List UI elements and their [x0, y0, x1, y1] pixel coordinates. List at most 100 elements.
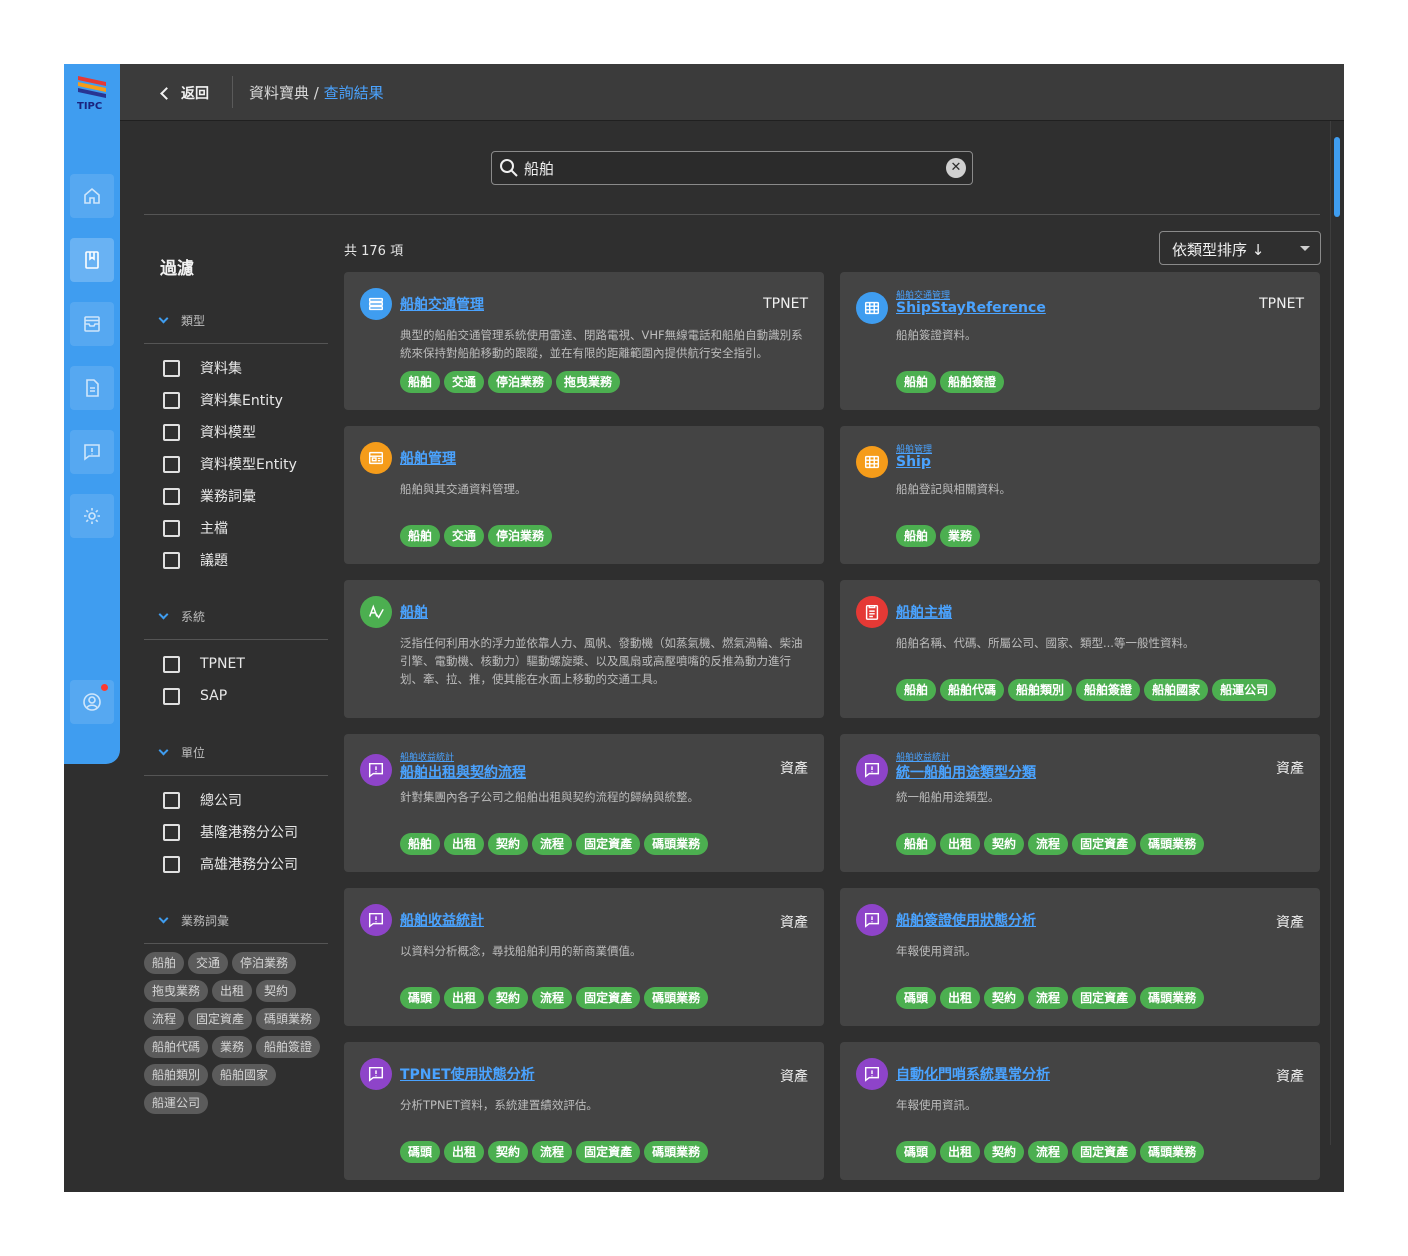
result-tag[interactable]: 船運公司: [1212, 679, 1277, 701]
result-tag[interactable]: 船舶: [400, 371, 441, 393]
result-tag[interactable]: 碼頭: [896, 987, 937, 1009]
result-tag[interactable]: 固定資產: [1072, 1141, 1137, 1163]
result-tag[interactable]: 碼頭業務: [1140, 1141, 1205, 1163]
result-card[interactable]: 船舶收益統計 資產 以資料分析概念，尋找船舶利用的新商業價值。 碼頭 出租 契約 流程 固定資…: [344, 888, 824, 1026]
result-tag[interactable]: 固定資產: [576, 833, 641, 855]
result-title-link[interactable]: 統一船舶用途類型分類: [896, 762, 1036, 782]
filter-checkbox[interactable]: 資料集Entity: [163, 390, 283, 410]
back-button[interactable]: 返回: [158, 82, 209, 104]
sort-select[interactable]: 依類型排序 ↓: [1159, 231, 1321, 265]
checkbox-icon[interactable]: [163, 551, 180, 569]
filter-checkbox[interactable]: 主檔: [163, 518, 228, 538]
filter-chip[interactable]: 碼頭業務: [256, 1008, 321, 1030]
nav-settings[interactable]: [70, 494, 114, 538]
filter-checkbox[interactable]: 議題: [163, 550, 228, 570]
result-title-link[interactable]: TPNET使用狀態分析: [400, 1064, 535, 1084]
result-title-link[interactable]: 船舶出租與契約流程: [400, 762, 526, 782]
tipc-logo[interactable]: TIPC: [76, 72, 108, 112]
result-tag[interactable]: 船舶: [896, 371, 937, 393]
filter-checkbox[interactable]: 業務詞彙: [163, 486, 256, 506]
result-tag[interactable]: 契約: [984, 1141, 1025, 1163]
result-tag[interactable]: 船舶簽證: [1076, 679, 1141, 701]
filter-chip[interactable]: 固定資產: [188, 1008, 253, 1030]
checkbox-icon[interactable]: [163, 359, 180, 377]
result-card[interactable]: 船舶主檔 船舶名稱、代碼、所屬公司、國家、類型...等一般性資料。 船舶 船舶代碼 船舶…: [840, 580, 1320, 718]
result-tag[interactable]: 契約: [984, 833, 1025, 855]
result-card[interactable]: 船舶交通管理 ShipStayReference TPNET 船舶簽證資料。 船舶 船舶簽…: [840, 272, 1320, 410]
filter-chip[interactable]: 船舶: [144, 952, 185, 974]
result-tag[interactable]: 固定資產: [1072, 833, 1137, 855]
result-tag[interactable]: 出租: [444, 833, 485, 855]
checkbox-icon[interactable]: [163, 487, 180, 505]
filter-section-type[interactable]: 類型: [158, 310, 205, 330]
result-tag[interactable]: 碼頭: [400, 987, 441, 1009]
result-tag[interactable]: 流程: [532, 833, 573, 855]
result-title-link[interactable]: 自動化門哨系統異常分析: [896, 1064, 1050, 1084]
result-card[interactable]: 船舶收益統計 統一船舶用途類型分類 資產 統一船舶用途類型。 船舶 出租 契約 流程 固定資產碼…: [840, 734, 1320, 872]
filter-checkbox[interactable]: 資料模型Entity: [163, 454, 297, 474]
result-tag[interactable]: 出租: [940, 833, 981, 855]
nav-account[interactable]: [70, 680, 114, 724]
result-tag[interactable]: 碼頭業務: [644, 1141, 709, 1163]
result-card[interactable]: TPNET使用狀態分析 資產 分析TPNET資料，系統建置績效評估。 碼頭 出租 契約 流程…: [344, 1042, 824, 1180]
result-card[interactable]: 自動化門哨系統異常分析 資產 年報使用資訊。 碼頭 出租 契約 流程 固定資產 碼頭業務: [840, 1042, 1320, 1180]
result-tag[interactable]: 流程: [1028, 987, 1069, 1009]
result-tag[interactable]: 出租: [444, 987, 485, 1009]
result-tag[interactable]: 固定資產: [576, 1141, 641, 1163]
result-tag[interactable]: 船舶類別: [1008, 679, 1073, 701]
result-tag[interactable]: 契約: [984, 987, 1025, 1009]
filter-chip[interactable]: 船舶國家: [212, 1064, 277, 1086]
result-tag[interactable]: 業務: [940, 525, 981, 547]
result-tag[interactable]: 碼頭業務: [1140, 833, 1205, 855]
result-title-link[interactable]: 船舶交通管理: [400, 294, 484, 314]
result-tag[interactable]: 交通: [444, 525, 485, 547]
result-tag[interactable]: 船舶代碼: [940, 679, 1005, 701]
result-tag[interactable]: 碼頭業務: [1140, 987, 1205, 1009]
result-tag[interactable]: 船舶國家: [1144, 679, 1209, 701]
checkbox-icon[interactable]: [163, 655, 180, 673]
nav-issues[interactable]: [70, 430, 114, 474]
result-tag[interactable]: 碼頭業務: [644, 987, 709, 1009]
result-title-link[interactable]: 船舶簽證使用狀態分析: [896, 910, 1036, 930]
result-card[interactable]: 船舶交通管理 TPNET 典型的船舶交通管理系統使用雷達、閉路電視、VHF無線電話和…: [344, 272, 824, 410]
result-tag[interactable]: 契約: [488, 987, 529, 1009]
filter-chip[interactable]: 船舶簽證: [256, 1036, 321, 1058]
result-tag[interactable]: 出租: [940, 987, 981, 1009]
result-card[interactable]: 船舶管理 船舶與其交通資料管理。 船舶 交通 停泊業務: [344, 426, 824, 564]
filter-chip[interactable]: 船舶類別: [144, 1064, 209, 1086]
filter-chip[interactable]: 業務: [212, 1036, 253, 1058]
filter-checkbox[interactable]: 基隆港務分公司: [163, 822, 298, 842]
result-tag[interactable]: 船舶: [400, 833, 441, 855]
result-tag[interactable]: 流程: [1028, 833, 1069, 855]
result-tag[interactable]: 交通: [444, 371, 485, 393]
filter-chip[interactable]: 交通: [188, 952, 229, 974]
result-tag[interactable]: 出租: [940, 1141, 981, 1163]
filter-checkbox[interactable]: 資料集: [163, 358, 242, 378]
checkbox-icon[interactable]: [163, 455, 180, 473]
checkbox-icon[interactable]: [163, 423, 180, 441]
result-title-link[interactable]: 船舶管理: [400, 448, 456, 468]
search-input[interactable]: [524, 156, 934, 180]
checkbox-icon[interactable]: [163, 519, 180, 537]
checkbox-icon[interactable]: [163, 791, 180, 809]
filter-checkbox[interactable]: SAP: [163, 686, 227, 706]
filter-chip[interactable]: 拖曳業務: [144, 980, 209, 1002]
filter-section-glossary[interactable]: 業務詞彙: [158, 910, 229, 930]
result-tag[interactable]: 拖曳業務: [556, 371, 621, 393]
filter-chip[interactable]: 船舶代碼: [144, 1036, 209, 1058]
filter-section-unit[interactable]: 單位: [158, 742, 205, 762]
result-tag[interactable]: 船舶: [896, 833, 937, 855]
checkbox-icon[interactable]: [163, 855, 180, 873]
result-tag[interactable]: 碼頭: [896, 1141, 937, 1163]
result-card[interactable]: 船舶收益統計 船舶出租與契約流程 資產 針對集團內各子公司之船舶出租與契約流程的歸納與…: [344, 734, 824, 872]
filter-checkbox[interactable]: 資料模型: [163, 422, 256, 442]
result-tag[interactable]: 船舶簽證: [940, 371, 1005, 393]
filter-chip[interactable]: 流程: [144, 1008, 185, 1030]
result-tag[interactable]: 契約: [488, 833, 529, 855]
result-tag[interactable]: 流程: [532, 987, 573, 1009]
result-title-link[interactable]: 船舶收益統計: [400, 910, 484, 930]
filter-chip[interactable]: 出租: [212, 980, 253, 1002]
scrollbar[interactable]: [1330, 121, 1342, 1145]
result-tag[interactable]: 固定資產: [576, 987, 641, 1009]
result-card[interactable]: 船舶簽證使用狀態分析 資產 年報使用資訊。 碼頭 出租 契約 流程 固定資產 碼頭業務: [840, 888, 1320, 1026]
